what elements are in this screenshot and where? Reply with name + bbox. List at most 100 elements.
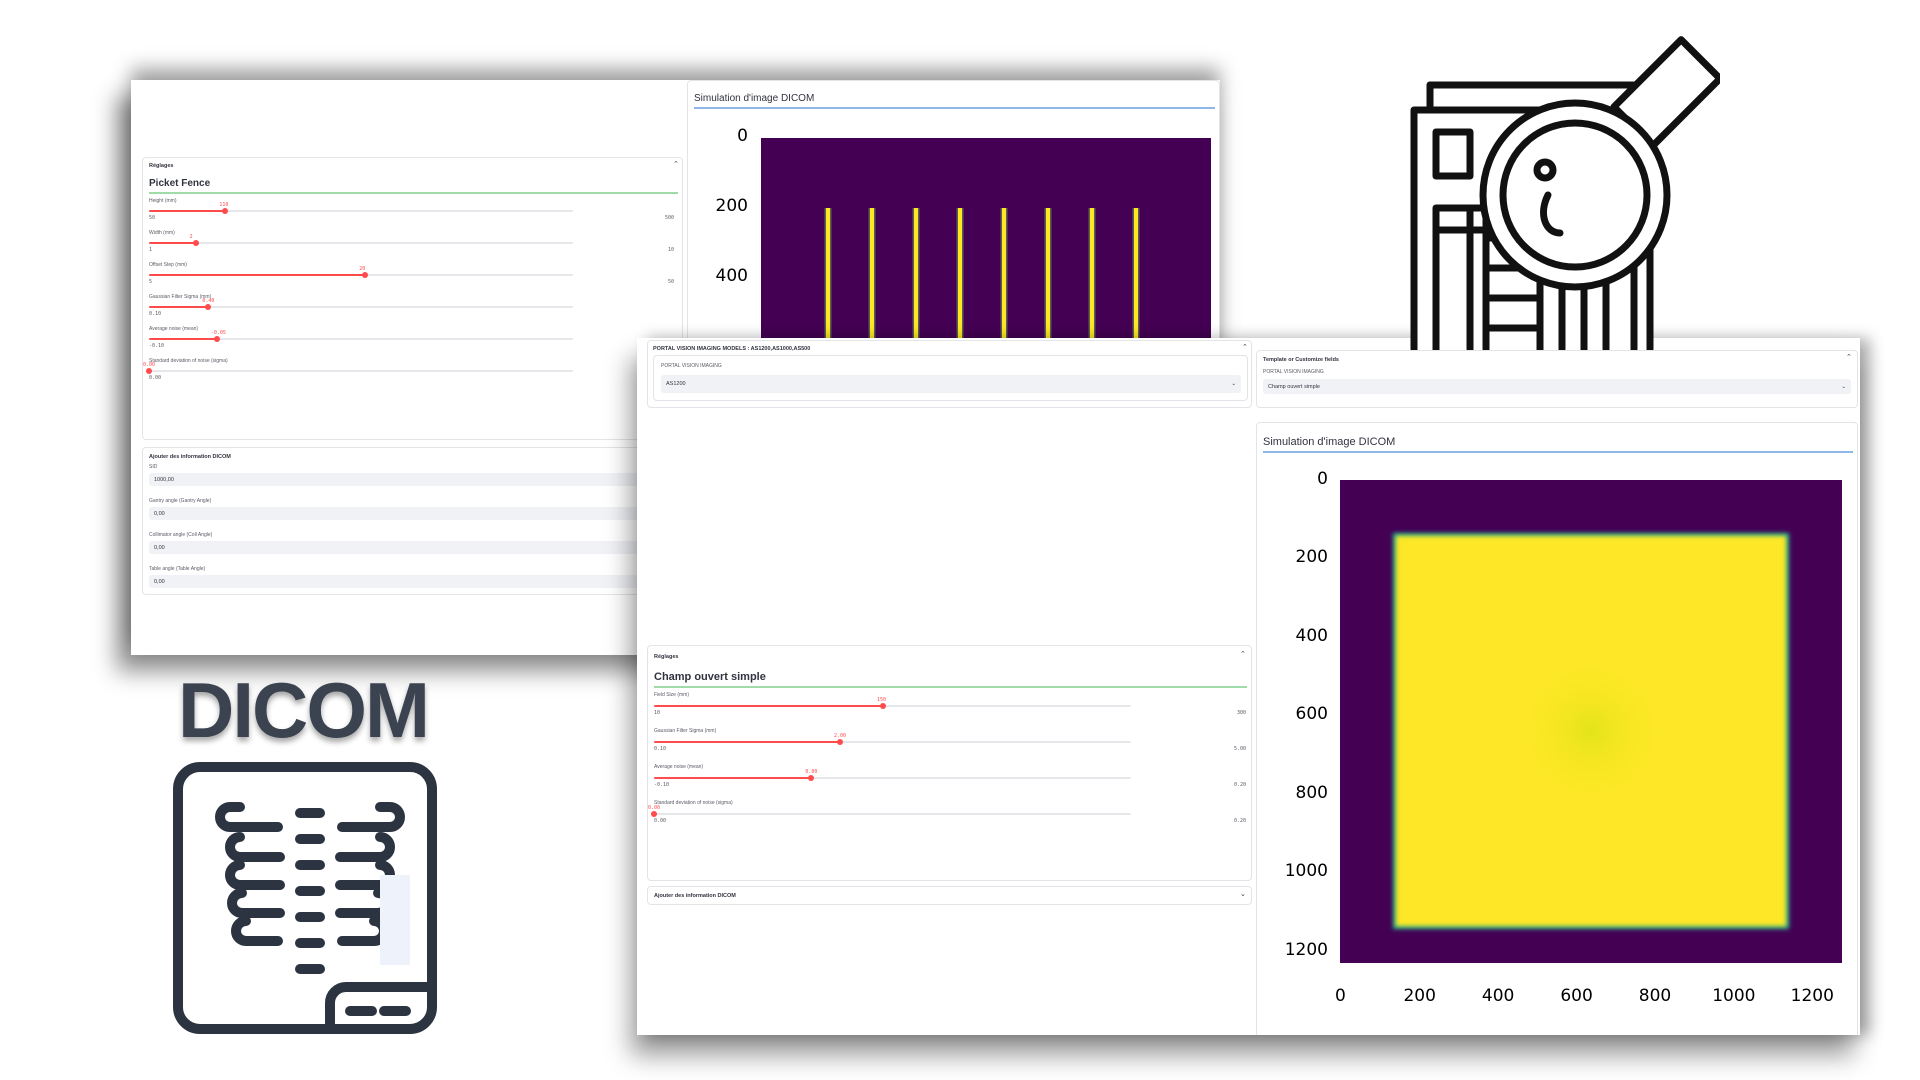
x-tick-label: 800 bbox=[1638, 986, 1672, 1006]
slider-min: 1 bbox=[149, 247, 153, 253]
chevron-up-icon[interactable]: ⌃ bbox=[673, 160, 679, 168]
dicom-info-label[interactable]: Ajouter des information DICOM bbox=[149, 454, 231, 460]
slider-thumb[interactable] bbox=[837, 739, 844, 745]
y-tick-label: 200 bbox=[1295, 547, 1328, 568]
settings-expander-label[interactable]: Réglages bbox=[654, 654, 678, 660]
template-select[interactable]: Champ ouvert simple ⌄ bbox=[1263, 379, 1851, 394]
slider-label: Average noise (mean) bbox=[654, 764, 704, 770]
y-tick-label: 0 bbox=[1317, 469, 1328, 489]
slider-thumb[interactable] bbox=[222, 208, 229, 214]
slider-track[interactable] bbox=[149, 240, 573, 246]
test-title: Picket Fence bbox=[149, 178, 211, 189]
slider-label: Field Size (mm) bbox=[654, 692, 690, 698]
dicom-info-label: Ajouter des information DICOM bbox=[654, 893, 736, 899]
slider-fill bbox=[149, 274, 366, 276]
dicom-field-value: 0,00 bbox=[154, 544, 165, 551]
y-tick-label: 400 bbox=[715, 266, 748, 286]
x-tick-label: 200 bbox=[1403, 986, 1436, 1006]
model-value: AS1200 bbox=[666, 381, 686, 387]
slider-min: 0.00 bbox=[654, 818, 667, 824]
slider-track[interactable] bbox=[651, 811, 1131, 817]
dicom-field-label: Gantry angle (Gantry Angle) bbox=[149, 498, 212, 504]
slider-track[interactable] bbox=[149, 208, 573, 214]
slider-track[interactable] bbox=[149, 272, 573, 278]
dicom-field-input[interactable]: 1000,00 bbox=[149, 473, 676, 486]
slider-thumb[interactable] bbox=[808, 775, 815, 781]
slider-min: -0.10 bbox=[654, 782, 670, 788]
y-tick-label: 200 bbox=[715, 196, 748, 216]
y-tick-label: 1200 bbox=[1284, 939, 1328, 960]
chevron-up-icon[interactable]: ⌃ bbox=[1240, 650, 1246, 658]
slider-track[interactable] bbox=[654, 739, 1131, 745]
slider-thumb[interactable] bbox=[205, 304, 212, 310]
slider-thumb[interactable] bbox=[362, 272, 369, 278]
model-select-group: PORTAL VISION IMAGING AS1200 ⌄ bbox=[653, 355, 1248, 401]
slider-fill bbox=[149, 306, 209, 308]
slider-value: 20 bbox=[359, 266, 366, 272]
models-expander: PORTAL VISION IMAGING MODELS : AS1200,AS… bbox=[647, 340, 1252, 408]
open-field-image bbox=[1340, 480, 1842, 963]
settings-expander-label[interactable]: Réglages bbox=[149, 163, 173, 169]
slider-value: -0.05 bbox=[210, 330, 226, 336]
dicom-field-value: 1000,00 bbox=[154, 476, 174, 483]
xray-film-icon bbox=[173, 762, 437, 1034]
models-expander-label[interactable]: PORTAL VISION IMAGING MODELS : AS1200,AS… bbox=[653, 346, 810, 352]
settings-expander: Réglages ⌃ Picket Fence Height (mm) 110 50… bbox=[142, 157, 683, 440]
title-divider bbox=[654, 686, 1247, 688]
y-tick-label: 0 bbox=[737, 126, 748, 146]
slider-max: 0.20 bbox=[1233, 782, 1246, 788]
dicom-info-expander[interactable]: Ajouter des information DICOM ⌄ bbox=[647, 886, 1252, 905]
y-tick-label: 1000 bbox=[1284, 861, 1328, 882]
slider-min: 0.00 bbox=[149, 375, 162, 381]
slider-label: Standard deviation of noise (sigma) bbox=[149, 358, 228, 364]
chevron-up-icon[interactable]: ⌃ bbox=[1242, 343, 1248, 351]
slider-value: 0.00 bbox=[143, 362, 156, 368]
slider-min: 50 bbox=[149, 215, 156, 221]
slider-track[interactable] bbox=[149, 304, 573, 310]
slider-thumb[interactable] bbox=[192, 240, 199, 246]
x-tick-label: 400 bbox=[1481, 986, 1515, 1006]
slider-thumb[interactable] bbox=[213, 336, 220, 342]
film-highlight bbox=[380, 875, 410, 965]
slider-thumb[interactable] bbox=[879, 703, 886, 709]
slider-max: 0.20 bbox=[1233, 818, 1246, 824]
slider-min: 10 bbox=[654, 710, 661, 716]
slider-max: 10 bbox=[667, 247, 674, 253]
slider-fill bbox=[149, 242, 196, 244]
slider-thumb[interactable] bbox=[651, 811, 657, 817]
template-expander-label[interactable]: Template or Customize fields bbox=[1263, 357, 1339, 363]
dicom-field-input[interactable]: 0,00 bbox=[149, 541, 676, 554]
slider-value: 2.00 bbox=[834, 733, 847, 739]
x-tick-label: 1000 bbox=[1712, 986, 1756, 1006]
model-select[interactable]: AS1200 ⌄ bbox=[661, 375, 1241, 393]
slider-min: -0.10 bbox=[149, 343, 165, 349]
slider-max: 300 bbox=[1236, 710, 1246, 716]
x-tick-label: 0 bbox=[1335, 986, 1346, 1006]
slider-thumb[interactable] bbox=[146, 368, 152, 374]
dicom-field-input[interactable]: 0,00 bbox=[149, 507, 676, 520]
simulation-divider bbox=[694, 107, 1215, 109]
slider-track[interactable] bbox=[149, 336, 573, 342]
slider-value: 0.00 bbox=[648, 805, 661, 811]
template-value: Champ ouvert simple bbox=[1268, 383, 1320, 390]
document-search-icon bbox=[1410, 36, 1720, 350]
slider-track[interactable] bbox=[654, 703, 1131, 709]
center-glow bbox=[1521, 661, 1661, 801]
x-tick-label: 1200 bbox=[1790, 986, 1834, 1006]
y-tick-label: 400 bbox=[1295, 625, 1328, 646]
chevron-up-icon[interactable]: ⌃ bbox=[1846, 353, 1852, 361]
chevron-down-icon: ⌄ bbox=[1231, 381, 1236, 387]
title-divider bbox=[149, 192, 678, 194]
slider-label: Gaussian Filter Sigma (mm) bbox=[654, 728, 717, 734]
slider-fill bbox=[654, 741, 841, 743]
slider-value: 110 bbox=[219, 202, 229, 208]
slider-value: 0.00 bbox=[805, 769, 818, 775]
y-tick-label: 800 bbox=[1295, 782, 1328, 803]
slider-fill bbox=[149, 210, 226, 212]
slider-min: 0.10 bbox=[654, 746, 667, 752]
slider-track[interactable] bbox=[654, 775, 1131, 781]
template-expander: Template or Customize fields ⌃ PORTAL VI… bbox=[1256, 350, 1858, 408]
dicom-field-input[interactable]: 0,00 bbox=[149, 575, 676, 588]
dicom-field-value: 0,00 bbox=[154, 510, 165, 517]
slider-track[interactable] bbox=[146, 368, 573, 374]
